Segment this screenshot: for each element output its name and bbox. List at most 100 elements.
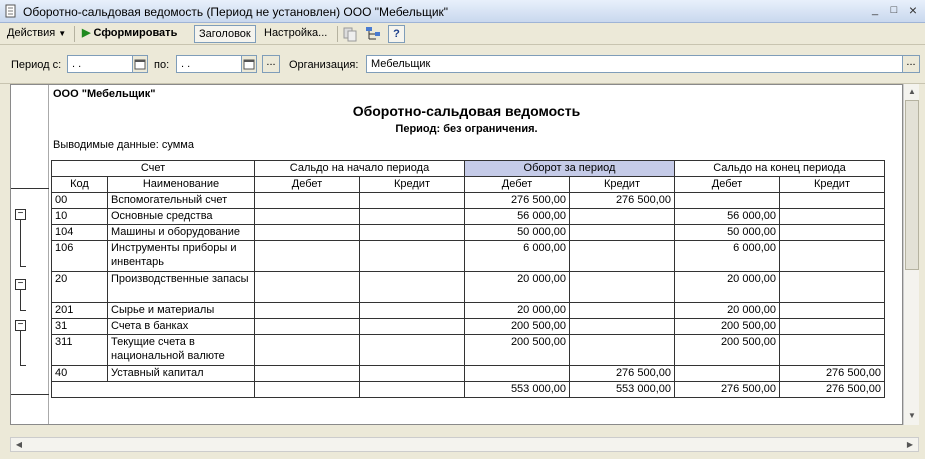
cell-opening-debit[interactable] [254,271,360,303]
cell-opening-debit[interactable] [254,224,360,241]
cell-name[interactable]: Инструменты приборы и инвентарь [107,240,255,272]
cell-closing-credit[interactable]: 276 500,00 [779,365,885,382]
cell-opening-credit[interactable] [359,208,465,225]
cell-turnover-debit[interactable]: 6 000,00 [464,240,570,272]
horizontal-scrollbar[interactable]: ◀ ▶ [10,437,919,452]
cell-code[interactable]: 311 [51,334,108,366]
table-row[interactable]: 31 Счета в банках 200 500,00 200 500,00 [51,318,885,335]
table-row[interactable]: 40 Уставный капитал 276 500,00 276 500,00 [51,365,885,382]
cell-name[interactable]: Сырье и материалы [107,302,255,319]
cell-turnover-debit[interactable]: 20 000,00 [464,271,570,303]
cell-closing-credit[interactable] [779,192,885,209]
cell-code[interactable]: 00 [51,192,108,209]
period-to-calendar-button[interactable] [241,55,257,73]
tree-expand-icon[interactable] [364,26,382,42]
cell-opening-credit[interactable] [359,192,465,209]
cell-name[interactable]: Машины и оборудование [107,224,255,241]
cell-turnover-debit[interactable]: 276 500,00 [464,192,570,209]
header-turnover[interactable]: Оборот за период [464,160,675,177]
cell-turnover-debit[interactable]: 200 500,00 [464,334,570,366]
cell-opening-credit[interactable] [359,240,465,272]
cell-turnover-debit[interactable]: 20 000,00 [464,302,570,319]
cell-code[interactable]: 20 [51,271,108,303]
collapse-group-icon[interactable]: − [15,320,26,331]
table-row[interactable]: 106 Инструменты приборы и инвентарь 6 000,… [51,240,885,272]
cell-name[interactable]: Текущие счета в национальной валюте [107,334,255,366]
cell-opening-credit[interactable] [359,302,465,319]
vertical-scroll-thumb[interactable] [905,100,919,270]
cell-closing-debit[interactable]: 6 000,00 [674,240,780,272]
table-row[interactable]: 20 Производственные запасы 20 000,00 20 000… [51,271,885,303]
cell-opening-debit[interactable] [254,208,360,225]
cell-opening-debit[interactable] [254,240,360,272]
cell-opening-credit[interactable] [359,271,465,303]
total-turnover-credit[interactable]: 553 000,00 [569,381,675,398]
cell-turnover-debit[interactable]: 200 500,00 [464,318,570,335]
settings-button[interactable]: Настройка... [260,25,331,43]
cell-turnover-credit[interactable] [569,224,675,241]
cell-closing-debit[interactable]: 56 000,00 [674,208,780,225]
period-select-button[interactable]: ... [262,55,280,73]
organization-input[interactable]: Мебельщик [366,55,903,73]
cell-closing-credit[interactable] [779,208,885,225]
cell-turnover-credit[interactable]: 276 500,00 [569,192,675,209]
cell-turnover-credit[interactable]: 276 500,00 [569,365,675,382]
cell-opening-debit[interactable] [254,318,360,335]
period-to-input[interactable]: . . [176,55,242,73]
scroll-up-icon[interactable]: ▲ [905,85,919,99]
scroll-down-icon[interactable]: ▼ [905,409,919,423]
cell-code[interactable]: 106 [51,240,108,272]
cell-closing-debit[interactable]: 20 000,00 [674,271,780,303]
cell-closing-debit[interactable]: 200 500,00 [674,334,780,366]
table-row[interactable]: 201 Сырье и материалы 20 000,00 20 000,00 [51,302,885,319]
minimize-button[interactable]: _ [866,3,884,19]
cell-opening-credit[interactable] [359,365,465,382]
table-row[interactable]: 00 Вспомогательный счет 276 500,00 276 500,… [51,192,885,209]
cell-name[interactable]: Счета в банках [107,318,255,335]
cell-opening-debit[interactable] [254,192,360,209]
table-row[interactable]: 104 Машины и оборудование 50 000,00 50 000,… [51,224,885,241]
maximize-button[interactable]: □ [885,3,903,19]
cell-closing-debit[interactable] [674,365,780,382]
total-closing-debit[interactable]: 276 500,00 [674,381,780,398]
cell-code[interactable]: 10 [51,208,108,225]
cell-turnover-debit[interactable]: 56 000,00 [464,208,570,225]
cell-closing-credit[interactable] [779,302,885,319]
collapse-group-icon[interactable]: − [15,279,26,290]
organization-select-button[interactable]: ... [902,55,920,73]
cell-turnover-debit[interactable] [464,365,570,382]
actions-menu[interactable]: Действия ▼ [3,25,70,43]
generate-button[interactable]: ▶ Сформировать [78,25,181,43]
period-from-input[interactable]: . . [67,55,133,73]
cell-turnover-credit[interactable] [569,334,675,366]
cell-name[interactable]: Уставный капитал [107,365,255,382]
total-opening-debit[interactable] [254,381,360,398]
cell-turnover-credit[interactable] [569,208,675,225]
cell-code[interactable]: 201 [51,302,108,319]
cell-opening-debit[interactable] [254,302,360,319]
cell-code[interactable]: 40 [51,365,108,382]
report-document[interactable]: − − − ООО "Мебельщик" Оборотно-сальдовая… [10,84,903,425]
cell-name[interactable]: Вспомогательный счет [107,192,255,209]
period-from-calendar-button[interactable] [132,55,148,73]
cell-turnover-credit[interactable] [569,302,675,319]
cell-closing-credit[interactable] [779,334,885,366]
cell-closing-credit[interactable] [779,318,885,335]
cell-code[interactable]: 104 [51,224,108,241]
collapse-group-icon[interactable]: − [15,209,26,220]
cell-closing-debit[interactable] [674,192,780,209]
cell-opening-debit[interactable] [254,365,360,382]
table-row[interactable]: 10 Основные средства 56 000,00 56 000,00 [51,208,885,225]
header-toggle-button[interactable]: Заголовок [194,25,256,43]
cell-turnover-credit[interactable] [569,271,675,303]
vertical-scrollbar[interactable]: ▲ ▼ [903,84,919,425]
cell-closing-debit[interactable]: 50 000,00 [674,224,780,241]
help-button[interactable]: ? [388,25,405,43]
cell-opening-debit[interactable] [254,334,360,366]
close-button[interactable]: × [904,3,922,19]
total-turnover-debit[interactable]: 553 000,00 [464,381,570,398]
copy-icon[interactable] [341,26,359,42]
cell-closing-debit[interactable]: 20 000,00 [674,302,780,319]
totals-row[interactable]: 553 000,00 553 000,00 276 500,00 276 500,00 [51,381,885,398]
cell-turnover-debit[interactable]: 50 000,00 [464,224,570,241]
